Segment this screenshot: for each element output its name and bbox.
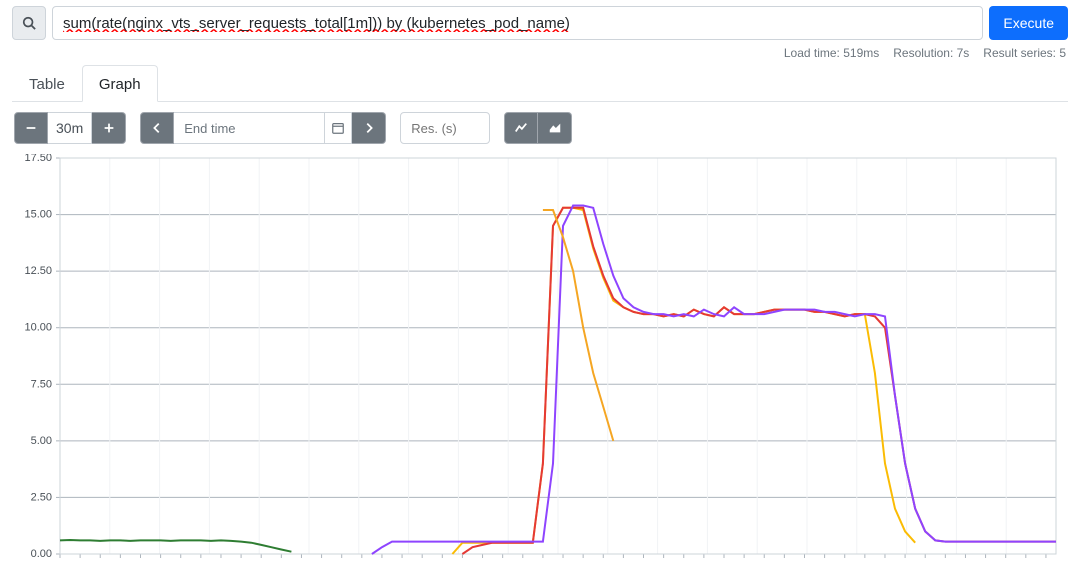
range-value-button[interactable]: 30m (48, 112, 92, 144)
search-icon-button[interactable] (12, 6, 46, 40)
svg-text:2.50: 2.50 (31, 491, 52, 503)
line-chart: 0.00 2.50 5.00 7.50 10.00 12.50 15.00 17.50 (18, 154, 1062, 564)
calendar-icon (331, 121, 345, 135)
area-chart-icon (548, 121, 562, 135)
end-time-input[interactable] (174, 112, 324, 144)
svg-text:7.50: 7.50 (31, 378, 52, 390)
range-increase-button[interactable] (92, 112, 126, 144)
range-decrease-button[interactable] (14, 112, 48, 144)
line-chart-icon (514, 121, 528, 135)
svg-text:15.00: 15.00 (24, 209, 52, 221)
chevron-right-icon (362, 121, 376, 135)
tab-graph[interactable]: Graph (82, 65, 158, 102)
time-forward-button[interactable] (352, 112, 386, 144)
svg-text:5.00: 5.00 (31, 435, 52, 447)
svg-text:17.50: 17.50 (24, 154, 52, 164)
chart-area[interactable]: 0.00 2.50 5.00 7.50 10.00 12.50 15.00 17.50 (18, 154, 1062, 564)
time-range-group: 30m (14, 112, 126, 144)
svg-text:0.00: 0.00 (31, 548, 52, 560)
svg-text:10.00: 10.00 (24, 322, 52, 334)
plus-icon (102, 121, 116, 135)
time-nav-group (140, 112, 386, 144)
line-chart-button[interactable] (504, 112, 538, 144)
svg-text:12.50: 12.50 (24, 265, 52, 277)
result-series-label: Result series: 5 (983, 46, 1066, 60)
tab-table[interactable]: Table (12, 65, 82, 102)
load-time-label: Load time: 519ms (784, 46, 879, 60)
execute-button[interactable]: Execute (989, 6, 1068, 40)
chevron-left-icon (150, 121, 164, 135)
stacked-chart-button[interactable] (538, 112, 572, 144)
minus-icon (24, 121, 38, 135)
resolution-input[interactable] (400, 112, 490, 144)
search-icon (22, 16, 36, 30)
promql-query-input[interactable] (52, 6, 983, 40)
resolution-label: Resolution: 7s (893, 46, 969, 60)
time-back-button[interactable] (140, 112, 174, 144)
chart-mode-group (504, 112, 572, 144)
end-time-picker-button[interactable] (324, 112, 352, 144)
